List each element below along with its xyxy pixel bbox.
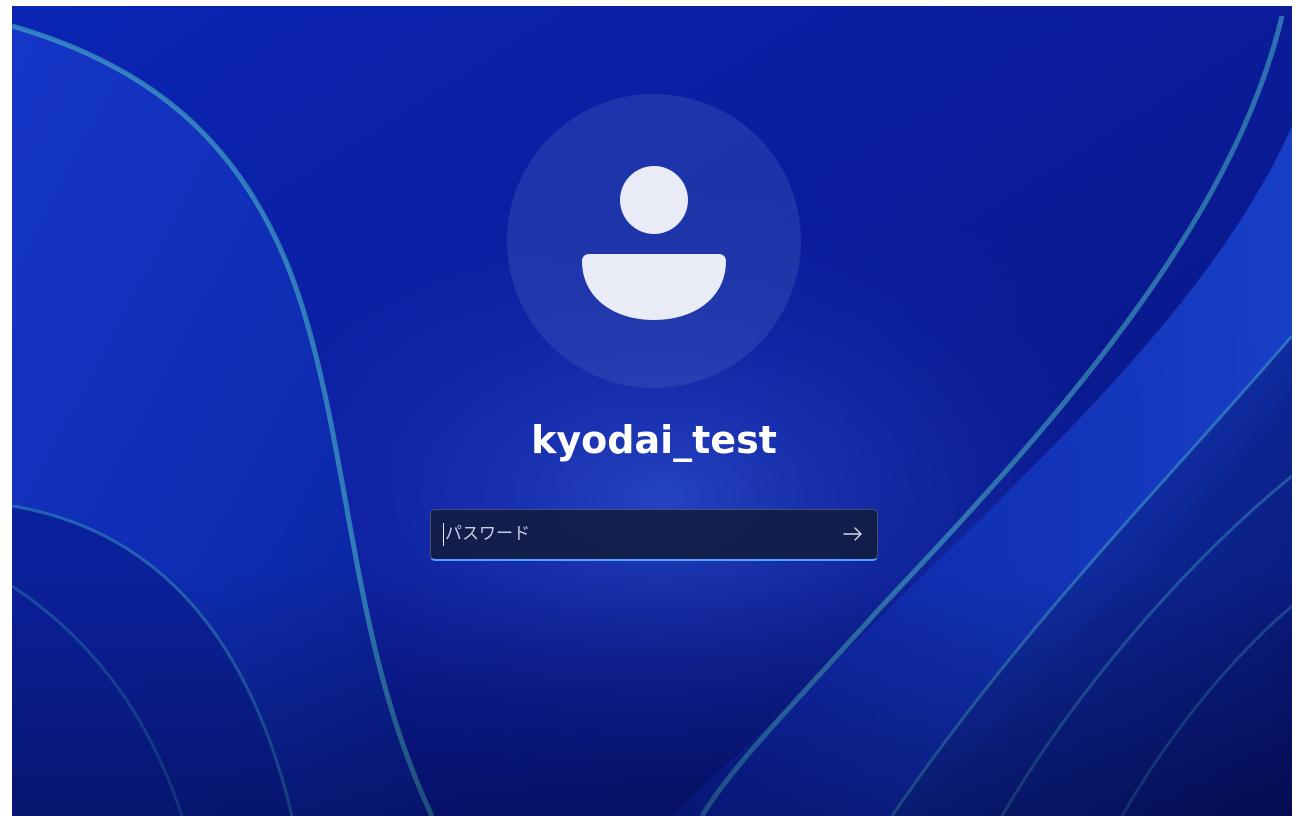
lock-screen: kyodai_test bbox=[12, 6, 1292, 816]
arrow-right-icon bbox=[843, 527, 862, 541]
password-input[interactable] bbox=[445, 510, 815, 558]
user-avatar bbox=[507, 94, 801, 388]
person-icon bbox=[582, 166, 726, 320]
user-name: kyodai_test bbox=[531, 418, 777, 462]
password-field[interactable] bbox=[430, 509, 878, 561]
submit-button[interactable] bbox=[833, 516, 873, 552]
text-caret bbox=[443, 523, 444, 546]
